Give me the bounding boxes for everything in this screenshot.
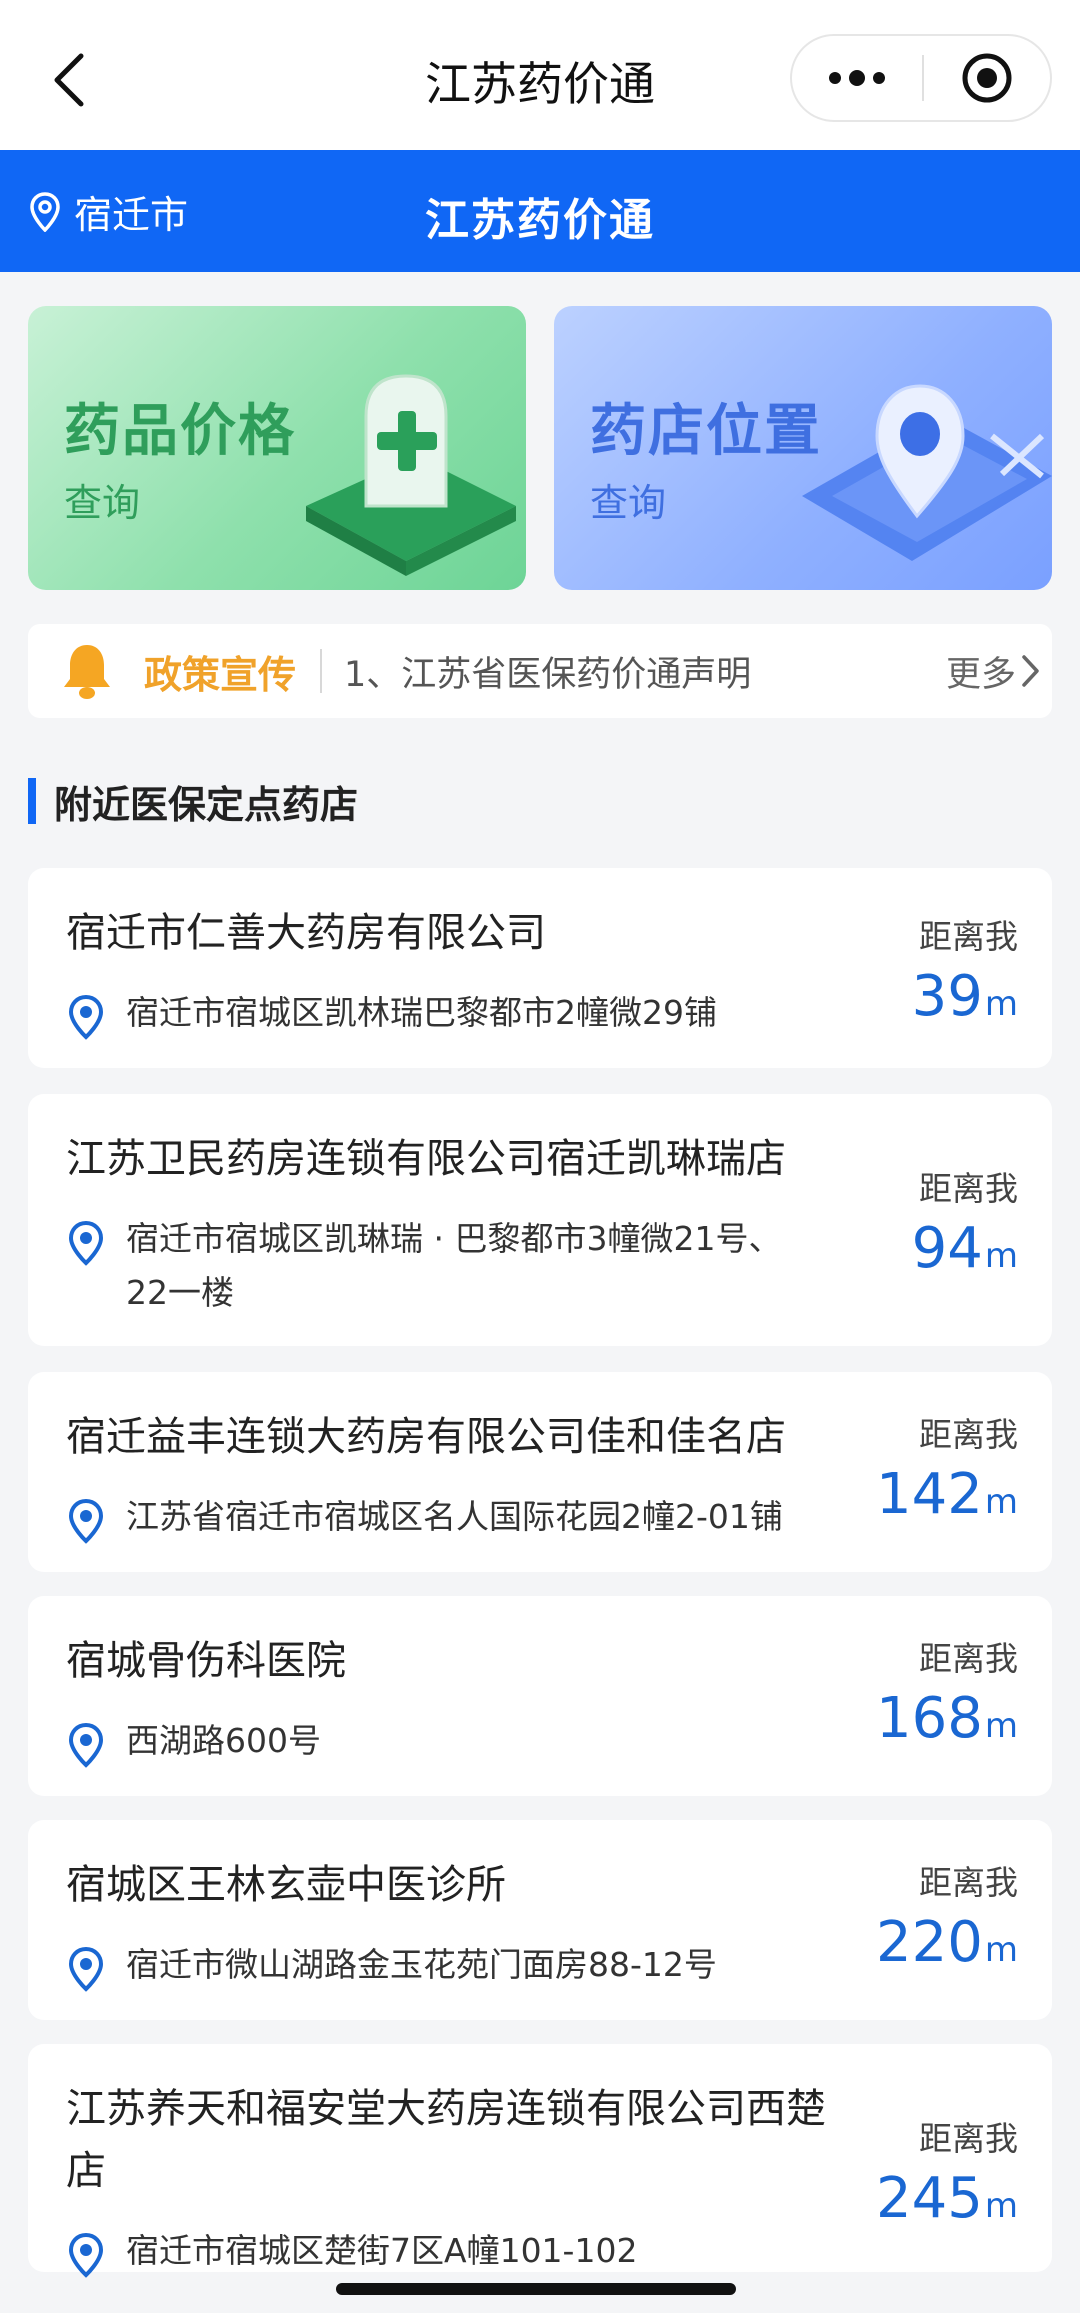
- location-pin-icon: [68, 994, 104, 1040]
- drug-price-title: 药品价格: [64, 399, 296, 464]
- more-dots-icon: [829, 70, 885, 86]
- notice-tag: 政策宣传: [144, 652, 297, 697]
- more-button[interactable]: [792, 36, 922, 120]
- notice-text[interactable]: 1、江苏省医保药价通声明: [344, 646, 946, 697]
- close-mini-program-button[interactable]: [924, 36, 1050, 120]
- store-address: 宿迁市微山湖路金玉花苑门面房88-12号: [66, 1938, 806, 1992]
- distance-label: 距离我: [919, 917, 1018, 956]
- distance-value: 245: [875, 2166, 983, 2231]
- section-title-accent: [28, 778, 36, 824]
- section-title: 附近医保定点药店: [28, 776, 359, 827]
- home-indicator[interactable]: [336, 2283, 736, 2295]
- close-target-icon: [962, 53, 1012, 103]
- distance-value: 168: [875, 1686, 983, 1751]
- distance-label: 距离我: [919, 1169, 1018, 1208]
- store-distance: 距离我 168m: [818, 1632, 1018, 1751]
- distance-unit: m: [984, 1930, 1018, 1970]
- distance-value: 39: [911, 964, 983, 1029]
- pharmacy-location-title: 药店位置: [590, 399, 822, 464]
- location-pin-icon: [68, 1722, 104, 1768]
- chevron-right-icon: [1022, 655, 1039, 687]
- store-address-text: 宿迁市宿城区凯林瑞巴黎都市2幢微29铺: [126, 993, 717, 1032]
- store-address: 西湖路600号: [66, 1714, 806, 1768]
- section-title-text: 附近医保定点药店: [54, 782, 359, 827]
- store-name: 宿迁益丰连锁大药房有限公司佳和佳名店: [66, 1414, 786, 1460]
- store-card[interactable]: 江苏卫民药房连锁有限公司宿迁凯琳瑞店 宿迁市宿城区凯琳瑞 · 巴黎都市3幢微21…: [28, 1094, 1052, 1346]
- policy-notice-bar[interactable]: 政策宣传 1、江苏省医保药价通声明 更多: [28, 624, 1052, 718]
- distance-unit: m: [984, 1236, 1018, 1276]
- distance-label: 距离我: [919, 1639, 1018, 1678]
- distance-unit: m: [984, 984, 1018, 1024]
- distance-value: 94: [911, 1216, 983, 1281]
- store-distance: 距离我 39m: [818, 910, 1018, 1029]
- store-name: 宿城区王林玄壶中医诊所: [66, 1862, 506, 1908]
- header-title: 江苏药价通: [425, 195, 655, 246]
- distance-unit: m: [984, 1706, 1018, 1746]
- store-name: 宿城骨伤科医院: [66, 1638, 346, 1684]
- store-distance: 距离我 220m: [818, 1856, 1018, 1975]
- distance-label: 距离我: [919, 1415, 1018, 1454]
- distance-unit: m: [984, 1482, 1018, 1522]
- pharmacy-location-query-card[interactable]: 药店位置 查询: [554, 306, 1052, 590]
- store-distance: 距离我 142m: [818, 1408, 1018, 1527]
- notice-more-link[interactable]: 更多: [946, 646, 1040, 697]
- notice-divider: [320, 649, 323, 693]
- store-name: 江苏养天和福安堂大药房连锁有限公司西楚店: [66, 2086, 826, 2194]
- notice-more-label: 更多: [945, 654, 1016, 695]
- store-address: 江苏省宿迁市宿城区名人国际花园2幢2-01铺: [66, 1490, 806, 1544]
- app-header: 宿迁市 江苏药价通: [0, 150, 1080, 272]
- store-card[interactable]: 宿城区王林玄壶中医诊所 宿迁市微山湖路金玉花苑门面房88-12号 距离我 220…: [28, 1820, 1052, 2020]
- store-card[interactable]: 宿迁益丰连锁大药房有限公司佳和佳名店 江苏省宿迁市宿城区名人国际花园2幢2-01…: [28, 1372, 1052, 1572]
- location-pin-icon: [68, 1220, 104, 1266]
- store-address-text: 西湖路600号: [126, 1721, 321, 1760]
- store-name: 宿迁市仁善大药房有限公司: [66, 910, 546, 956]
- store-address: 宿迁市宿城区凯琳瑞 · 巴黎都市3幢微21号、22一楼: [66, 1212, 806, 1320]
- pharmacy-location-subtitle: 查询: [590, 481, 667, 525]
- store-card[interactable]: 江苏养天和福安堂大药房连锁有限公司西楚店 宿迁市宿城区楚街7区A幢101-102…: [28, 2044, 1052, 2278]
- distance-unit: m: [984, 2186, 1018, 2226]
- map-pin-icon: [802, 384, 1052, 561]
- store-address: 宿迁市宿城区凯林瑞巴黎都市2幢微29铺: [66, 986, 806, 1040]
- location-pin-icon: [68, 1498, 104, 1544]
- store-address: 宿迁市宿城区楚街7区A幢101-102: [66, 2224, 806, 2278]
- bell-icon: [64, 645, 110, 699]
- mini-program-navbar: 江苏药价通: [0, 0, 1080, 150]
- distance-value: 220: [875, 1910, 983, 1975]
- medicine-cross-icon: [306, 374, 516, 576]
- store-address-text: 宿迁市宿城区楚街7区A幢101-102: [126, 2231, 638, 2270]
- location-pin-icon: [68, 2232, 104, 2278]
- capsule-menu: [790, 34, 1052, 122]
- distance-label: 距离我: [919, 2119, 1018, 2158]
- store-distance: 距离我 94m: [818, 1162, 1018, 1281]
- store-distance: 距离我 245m: [818, 2112, 1018, 2231]
- store-address-text: 江苏省宿迁市宿城区名人国际花园2幢2-01铺: [126, 1497, 783, 1536]
- drug-price-query-card[interactable]: 药品价格 查询: [28, 306, 526, 590]
- distance-value: 142: [875, 1462, 983, 1527]
- location-pin-icon: [68, 1946, 104, 1992]
- store-address-text: 宿迁市微山湖路金玉花苑门面房88-12号: [126, 1945, 717, 1984]
- drug-price-subtitle: 查询: [64, 481, 141, 525]
- store-card[interactable]: 宿城骨伤科医院 西湖路600号 距离我 168m: [28, 1596, 1052, 1796]
- store-card[interactable]: 宿迁市仁善大药房有限公司 宿迁市宿城区凯林瑞巴黎都市2幢微29铺 距离我 39m: [28, 868, 1052, 1068]
- store-address-text: 宿迁市宿城区凯琳瑞 · 巴黎都市3幢微21号、22一楼: [126, 1219, 782, 1312]
- store-name: 江苏卫民药房连锁有限公司宿迁凯琳瑞店: [66, 1136, 786, 1182]
- distance-label: 距离我: [919, 1863, 1018, 1902]
